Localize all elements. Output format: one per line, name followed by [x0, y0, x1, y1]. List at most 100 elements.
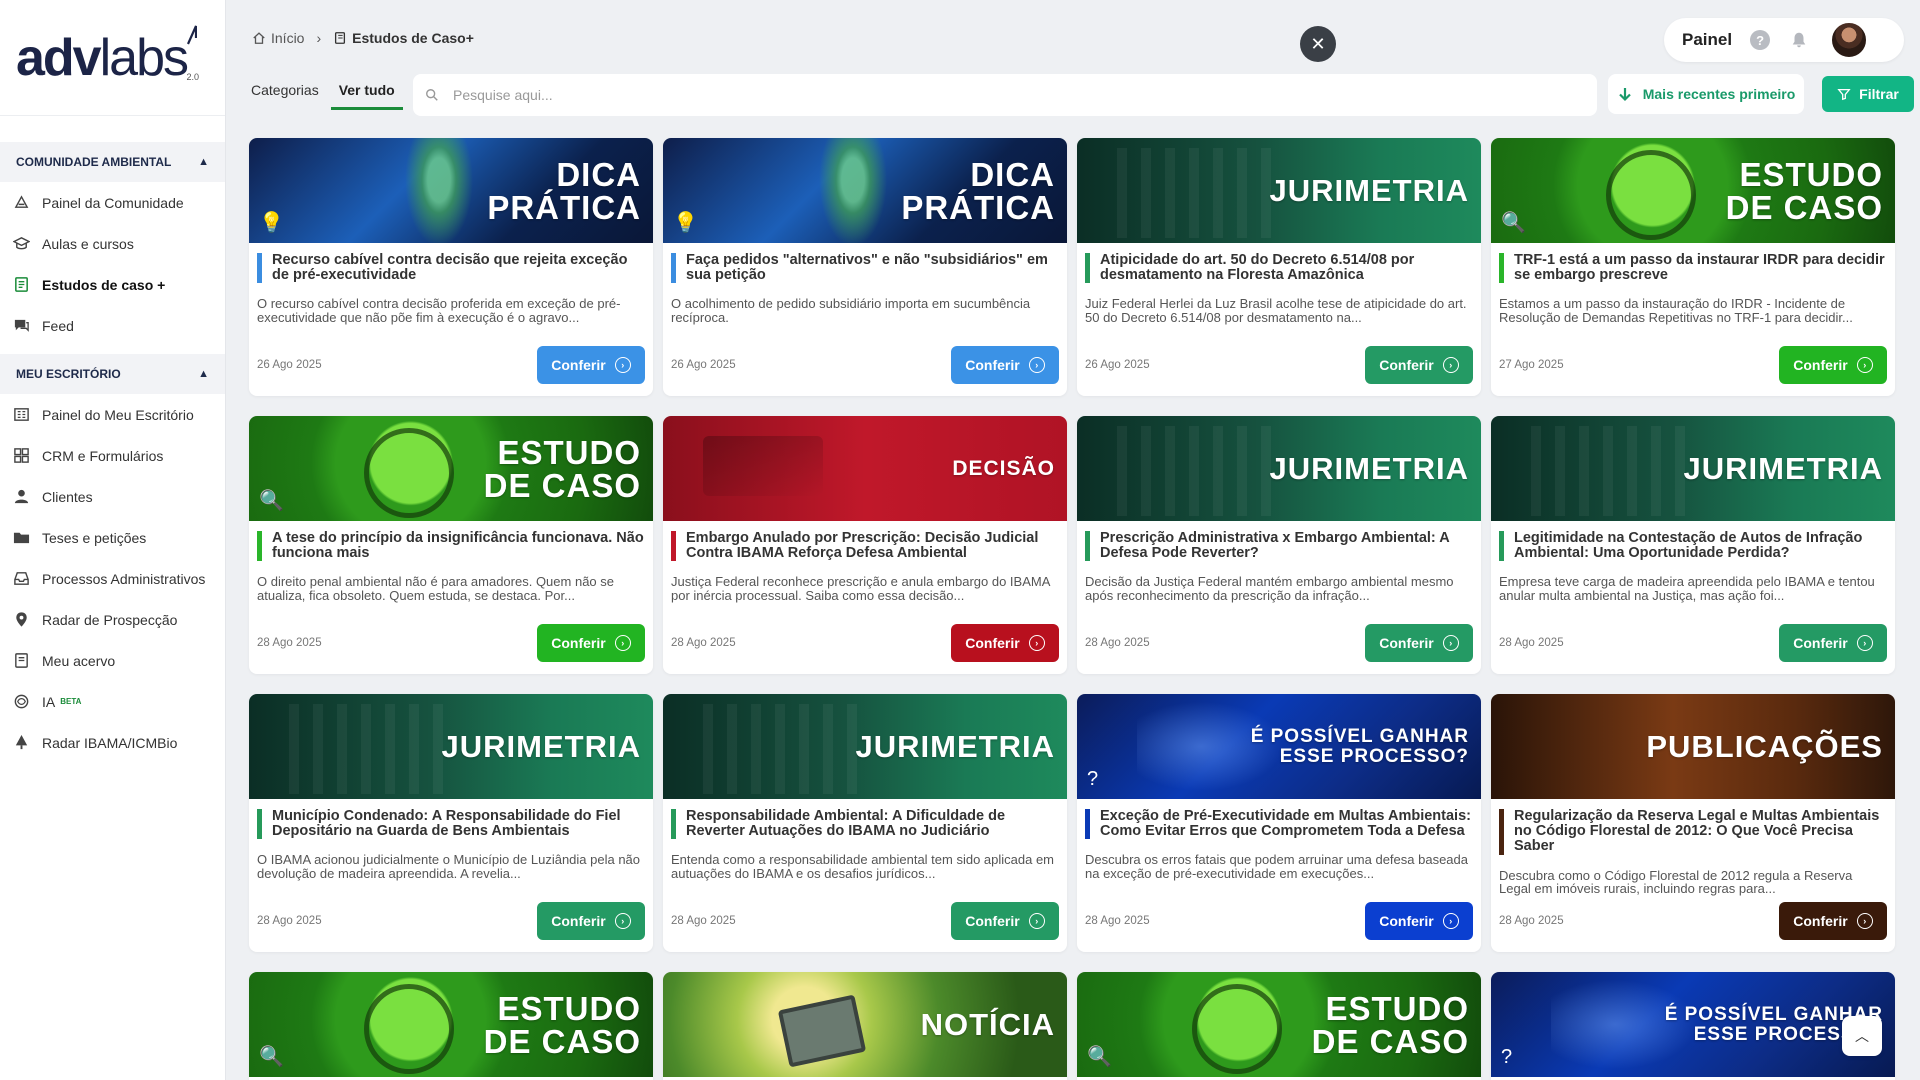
conferir-button[interactable]: Conferir ›	[537, 346, 645, 384]
card-date: 28 Ago 2025	[257, 915, 322, 927]
case-card[interactable]: JURIMETRIA Responsabilidade Ambiental: A…	[663, 694, 1067, 952]
sidebar-item-label: Radar IBAMA/ICMBio	[42, 734, 178, 751]
sidebar-item-label: Radar de Prospecção	[42, 611, 178, 628]
card-title[interactable]: Responsabilidade Ambiental: A Dificuldad…	[671, 808, 1059, 840]
case-card[interactable]: JURIMETRIA Legitimidade na Contestação d…	[1491, 416, 1895, 674]
case-card[interactable]: ? É POSSÍVEL GANHAR ESSE PROCESSO? Exceção…	[1077, 694, 1481, 952]
case-card[interactable]: JURIMETRIA Prescrição Administrativa x E…	[1077, 416, 1481, 674]
card-title[interactable]: Exceção de Pré-Executividade em Multas A…	[1085, 808, 1473, 840]
help-icon[interactable]: ?	[1750, 30, 1771, 50]
sidebar-item[interactable]: Estudos de caso +	[0, 264, 225, 305]
conferir-button[interactable]: Conferir ›	[537, 624, 645, 662]
sidebar-item[interactable]: CRM e Formulários	[0, 435, 225, 476]
magnifier-icon: 🔍	[259, 490, 284, 512]
sidebar-section-header[interactable]: MEU ESCRITÓRIO ▲	[0, 354, 225, 394]
card-footer: 26 Ago 2025 Conferir ›	[257, 346, 645, 396]
case-card[interactable]: JURIMETRIA Atipicidade do art. 50 do Dec…	[1077, 138, 1481, 396]
case-card[interactable]: 🔍 ESTUDO DE CASO	[1077, 972, 1481, 1080]
filter-button[interactable]: Filtrar	[1822, 76, 1914, 112]
sidebar-item[interactable]: Painel da Comunidade	[0, 182, 225, 223]
case-card[interactable]: 🔍 ESTUDO DE CASO TRF-1 está a um passo da …	[1491, 138, 1895, 396]
bell-icon[interactable]	[1790, 31, 1808, 49]
card-description: Descubra os erros fatais que podem arrui…	[1085, 853, 1468, 882]
filter-icon	[1837, 88, 1851, 101]
panel-link[interactable]: Painel	[1682, 30, 1732, 50]
card-title[interactable]: A tese do princípio da insignificância f…	[257, 530, 645, 562]
card-body: Recurso cabível contra decisão que rejei…	[249, 243, 653, 396]
logo[interactable]: advlabs 2.0	[0, 0, 225, 116]
card-body: Legitimidade na Contestação de Autos de …	[1491, 521, 1895, 674]
case-card[interactable]: 🔍 ESTUDO DE CASO A tese do princípio da in…	[249, 416, 653, 674]
card-footer: 28 Ago 2025 Conferir ›	[257, 624, 645, 674]
close-button[interactable]: ✕	[1300, 26, 1336, 62]
card-title[interactable]: Prescrição Administrativa x Embargo Ambi…	[1085, 530, 1473, 562]
conferir-button[interactable]: Conferir ›	[1365, 346, 1473, 384]
banner-title-line: ESTUDO	[497, 433, 641, 471]
sidebar-item[interactable]: Teses e petições	[0, 517, 225, 558]
question-mark-icon: ?	[1087, 768, 1099, 790]
case-card[interactable]: 💡 DICA PRÁTICA Faça pedidos "alternativos"…	[663, 138, 1067, 396]
case-card[interactable]: 💡 DICA PRÁTICA Recurso cabível contra deci…	[249, 138, 653, 396]
card-body: Responsabilidade Ambiental: A Dificuldad…	[663, 799, 1067, 952]
sidebar-item[interactable]: Processos Administrativos	[0, 558, 225, 599]
case-card[interactable]: NOTÍCIA	[663, 972, 1067, 1080]
card-banner: NOTÍCIA	[663, 972, 1067, 1077]
sidebar-item-label: CRM e Formulários	[42, 447, 164, 464]
case-card[interactable]: ? É POSSÍVEL GANHAR ESSE PROCESSO?	[1491, 972, 1895, 1080]
case-card[interactable]: DECISÃO Embargo Anulado por Prescrição: …	[663, 416, 1067, 674]
sidebar-item-label: Meu acervo	[42, 652, 116, 669]
conferir-button[interactable]: Conferir ›	[1779, 346, 1887, 384]
card-title[interactable]: Atipicidade do art. 50 do Decreto 6.514/…	[1085, 252, 1473, 284]
banner-title: DICA PRÁTICA	[901, 138, 1055, 243]
conferir-button[interactable]: Conferir ›	[951, 624, 1059, 662]
conferir-label: Conferir	[965, 635, 1020, 651]
card-title[interactable]: Regularização da Reserva Legal e Multas …	[1499, 808, 1887, 855]
conferir-button[interactable]: Conferir ›	[951, 902, 1059, 940]
banner-title: ESTUDO DE CASO	[1726, 138, 1883, 243]
sidebar-section-header[interactable]: COMUNIDADE AMBIENTAL ▲	[0, 142, 225, 182]
case-card[interactable]: PUBLICAÇÕES Regularização da Reserva Leg…	[1491, 694, 1895, 952]
avatar[interactable]	[1830, 21, 1869, 59]
scroll-top-button[interactable]: ︿	[1842, 1016, 1882, 1056]
sidebar-item[interactable]: Radar IBAMA/ICMBio	[0, 722, 225, 763]
breadcrumb-home[interactable]: Início	[271, 30, 304, 46]
sidebar-item-label: Painel da Comunidade	[42, 194, 184, 211]
sidebar-item[interactable]: Radar de Prospecção	[0, 599, 225, 640]
card-description: Empresa teve carga de madeira apreendida…	[1499, 575, 1875, 604]
banner-title-line: DICA	[556, 155, 641, 193]
logo-text-adv: adv	[16, 28, 102, 87]
conferir-button[interactable]: Conferir ›	[1365, 624, 1473, 662]
banner-title: ESTUDO DE CASO	[1312, 972, 1469, 1077]
sidebar-item-label: Painel do Meu Escritório	[42, 406, 194, 423]
search-input[interactable]	[453, 87, 1553, 103]
card-title[interactable]: Recurso cabível contra decisão que rejei…	[257, 252, 645, 284]
sidebar-item[interactable]: IA BETA	[0, 681, 225, 722]
tab-ver-tudo[interactable]: Ver tudo	[330, 82, 403, 110]
conferir-button[interactable]: Conferir ›	[1779, 902, 1887, 940]
sidebar-item[interactable]: Painel do Meu Escritório	[0, 394, 225, 435]
card-title[interactable]: TRF-1 está a um passo da instaurar IRDR …	[1499, 252, 1887, 284]
chevron-up-icon: ▲	[198, 368, 209, 380]
conferir-button[interactable]: Conferir ›	[537, 902, 645, 940]
conferir-label: Conferir	[1379, 635, 1434, 651]
sidebar-item[interactable]: Clientes	[0, 476, 225, 517]
card-title[interactable]: Legitimidade na Contestação de Autos de …	[1499, 530, 1887, 562]
card-title[interactable]: Embargo Anulado por Prescrição: Decisão …	[671, 530, 1059, 562]
tab-categorias[interactable]: Categorias	[251, 82, 327, 110]
sidebar-item-label: Teses e petições	[42, 529, 147, 546]
ai-icon	[12, 693, 30, 711]
card-footer: 28 Ago 2025 Conferir ›	[671, 624, 1059, 674]
case-card[interactable]: 🔍 ESTUDO DE CASO	[249, 972, 653, 1080]
card-footer: 28 Ago 2025 Conferir ›	[1499, 624, 1887, 674]
card-title[interactable]: Município Condenado: A Responsabilidade …	[257, 808, 645, 840]
conferir-button[interactable]: Conferir ›	[951, 346, 1059, 384]
sort-button[interactable]: Mais recentes primeiro	[1608, 74, 1804, 114]
sidebar-item[interactable]: Feed	[0, 305, 225, 346]
sidebar-item[interactable]: Meu acervo	[0, 640, 225, 681]
card-title[interactable]: Faça pedidos "alternativos" e não "subsi…	[671, 252, 1059, 284]
conferir-button[interactable]: Conferir ›	[1365, 902, 1473, 940]
case-card[interactable]: JURIMETRIA Município Condenado: A Respon…	[249, 694, 653, 952]
card-banner: JURIMETRIA	[1491, 416, 1895, 521]
sidebar-item[interactable]: Aulas e cursos	[0, 223, 225, 264]
conferir-button[interactable]: Conferir ›	[1779, 624, 1887, 662]
